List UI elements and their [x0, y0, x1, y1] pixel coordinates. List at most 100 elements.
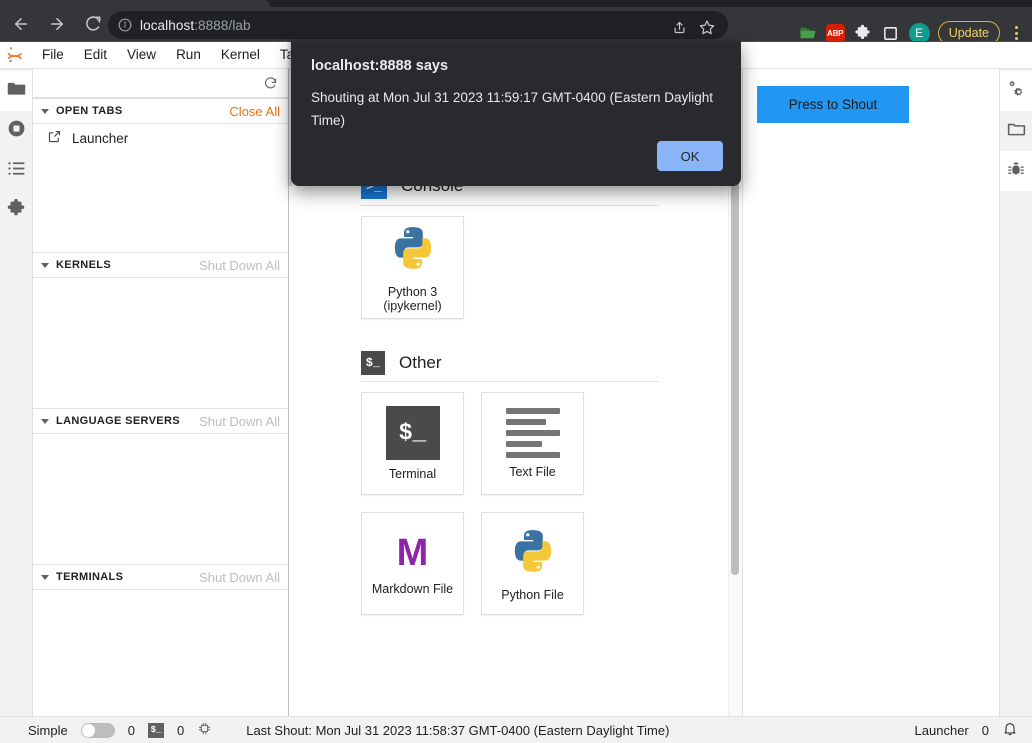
launcher-card-row: $_ Terminal Text File — [361, 392, 742, 495]
right-sidebar-rail — [999, 69, 1032, 717]
other-icon: $_ — [361, 351, 385, 375]
reload-icon[interactable] — [78, 9, 108, 39]
chevron-down-icon — [41, 108, 49, 114]
list-item[interactable]: Launcher — [33, 124, 288, 152]
chevron-down-icon — [41, 418, 49, 424]
simple-mode-toggle[interactable] — [80, 722, 115, 738]
screenshot-root: localhost:8888/lab ABP E Update File Edi… — [0, 0, 1032, 743]
dialog-title: localhost:8888 says — [311, 58, 449, 74]
statusbar-right: Launcher 0 — [915, 721, 1032, 740]
shut-down-all-kernels-button[interactable]: Shut Down All — [199, 258, 280, 273]
section-title: OPEN TABS — [56, 105, 123, 117]
chevron-down-icon — [41, 262, 49, 268]
chevron-down-icon — [41, 574, 49, 580]
launcher-card-label: Text File — [509, 465, 556, 479]
running-stop-icon — [6, 118, 27, 144]
close-all-button[interactable]: Close All — [229, 104, 280, 119]
browser-toolbar: localhost:8888/lab ABP E Update — [0, 7, 1032, 45]
browser-active-tab[interactable] — [0, 0, 270, 7]
sidebar-item-running[interactable] — [0, 111, 32, 151]
shut-down-all-terminals-button[interactable]: Shut Down All — [199, 570, 280, 585]
python-icon — [388, 223, 438, 278]
launcher-card-terminal[interactable]: $_ Terminal — [361, 392, 464, 495]
list-item-label: Launcher — [72, 130, 129, 146]
launcher-card-label: Markdown File — [371, 581, 454, 596]
section-title: KERNELS — [56, 259, 112, 271]
sidebar-item-open-tabs[interactable] — [1000, 111, 1032, 151]
simple-mode-label: Simple — [28, 722, 68, 738]
bell-icon[interactable] — [1002, 721, 1018, 740]
markdown-icon: M — [396, 531, 429, 574]
terminals-list — [33, 590, 288, 690]
menu-file[interactable]: File — [32, 42, 74, 68]
panel-toolbar — [33, 69, 288, 98]
left-sidebar-rail — [0, 69, 33, 717]
dialog-ok-button[interactable]: OK — [657, 141, 723, 171]
browser-tabstrip — [0, 0, 1032, 7]
terminal-icon: $_ — [385, 406, 440, 460]
sidebar-item-extension-manager[interactable] — [0, 191, 32, 231]
jupyter-logo-icon — [0, 45, 32, 65]
section-language-servers[interactable]: LANGUAGE SERVERS Shut Down All — [33, 408, 288, 434]
launcher-card-label: Python 3(ipykernel) — [383, 284, 442, 313]
folder-icon — [6, 78, 27, 104]
refresh-icon[interactable] — [263, 76, 278, 91]
section-kernels[interactable]: KERNELS Shut Down All — [33, 252, 288, 278]
launcher-card-console-python3[interactable]: Python 3 (ipykernel) — [361, 216, 464, 319]
share-icon[interactable] — [666, 14, 692, 40]
menu-kernel[interactable]: Kernel — [211, 42, 270, 68]
sidebar-item-property-inspector[interactable] — [1000, 71, 1032, 111]
press-to-shout-button[interactable]: Press to Shout — [757, 86, 909, 123]
open-tabs-list: Launcher — [33, 124, 288, 252]
jupyter-statusbar: Simple 0 $_ 0 Last Shout: Mon Jul 31 202… — [0, 716, 1032, 743]
divider — [361, 205, 659, 206]
shut-down-all-language-servers-button[interactable]: Shut Down All — [199, 414, 280, 429]
dialog-message: Shouting at Mon Jul 31 2023 11:59:17 GMT… — [311, 90, 713, 128]
launcher-section-title: Other — [399, 353, 442, 372]
kebab-menu-icon[interactable] — [1008, 26, 1024, 40]
info-circle-icon[interactable] — [118, 18, 132, 32]
notification-count: 0 — [981, 722, 989, 738]
javascript-alert-dialog: localhost:8888 says Shouting at Mon Jul … — [291, 41, 741, 186]
launcher-card-label: Python File — [501, 587, 564, 602]
list-icon — [6, 158, 27, 184]
kernel-icon[interactable] — [197, 721, 212, 739]
gears-icon — [1005, 78, 1027, 105]
launcher-icon — [47, 129, 62, 147]
terminal-status-icon: $_ — [147, 722, 164, 738]
menu-edit[interactable]: Edit — [74, 42, 117, 68]
sidepanel-toggle-icon[interactable] — [881, 23, 901, 43]
section-open-tabs[interactable]: OPEN TABS Close All — [33, 98, 288, 124]
adblock-extension-icon[interactable]: ABP — [825, 23, 845, 43]
launcher-card-text-file[interactable]: Text File — [481, 392, 584, 495]
launcher-card-row: Python 3(ipykernel) — [361, 216, 742, 319]
launcher-card-markdown-file[interactable]: M Markdown File — [361, 512, 464, 615]
back-arrow-icon[interactable] — [6, 9, 36, 39]
menu-run[interactable]: Run — [166, 42, 211, 68]
forward-arrow-icon[interactable] — [42, 9, 72, 39]
omnibox-actions — [666, 14, 720, 40]
launcher-card-row: M Markdown File Python File — [361, 512, 742, 615]
puzzle-extensions-icon[interactable] — [853, 23, 873, 43]
bug-icon — [1006, 159, 1026, 184]
sidebar-item-debugger[interactable] — [1000, 151, 1032, 191]
python-icon — [508, 526, 558, 581]
language-servers-list — [33, 434, 288, 564]
sidebar-item-table-of-contents[interactable] — [0, 151, 32, 191]
star-icon[interactable] — [694, 14, 720, 40]
statusbar-left: Simple 0 $_ 0 — [0, 721, 212, 739]
divider — [361, 381, 659, 382]
launcher-card-python-file[interactable]: Python File — [481, 512, 584, 615]
sidebar-item-file-browser[interactable] — [0, 71, 32, 111]
text-file-icon — [505, 408, 560, 458]
kernels-list — [33, 278, 288, 408]
kernel-count: 0 — [127, 722, 135, 738]
section-terminals[interactable]: TERMINALS Shut Down All — [33, 564, 288, 590]
terminal-count: 0 — [176, 722, 185, 738]
launcher-section-other-header: $_ Other — [361, 337, 742, 381]
folder-extension-icon[interactable] — [798, 23, 818, 43]
address-bar[interactable]: localhost:8888/lab — [108, 11, 728, 39]
running-sessions-panel: OPEN TABS Close All Launcher KERNELS Shu… — [33, 69, 289, 717]
menu-view[interactable]: View — [117, 42, 166, 68]
shout-panel: Press to Shout — [743, 69, 999, 717]
